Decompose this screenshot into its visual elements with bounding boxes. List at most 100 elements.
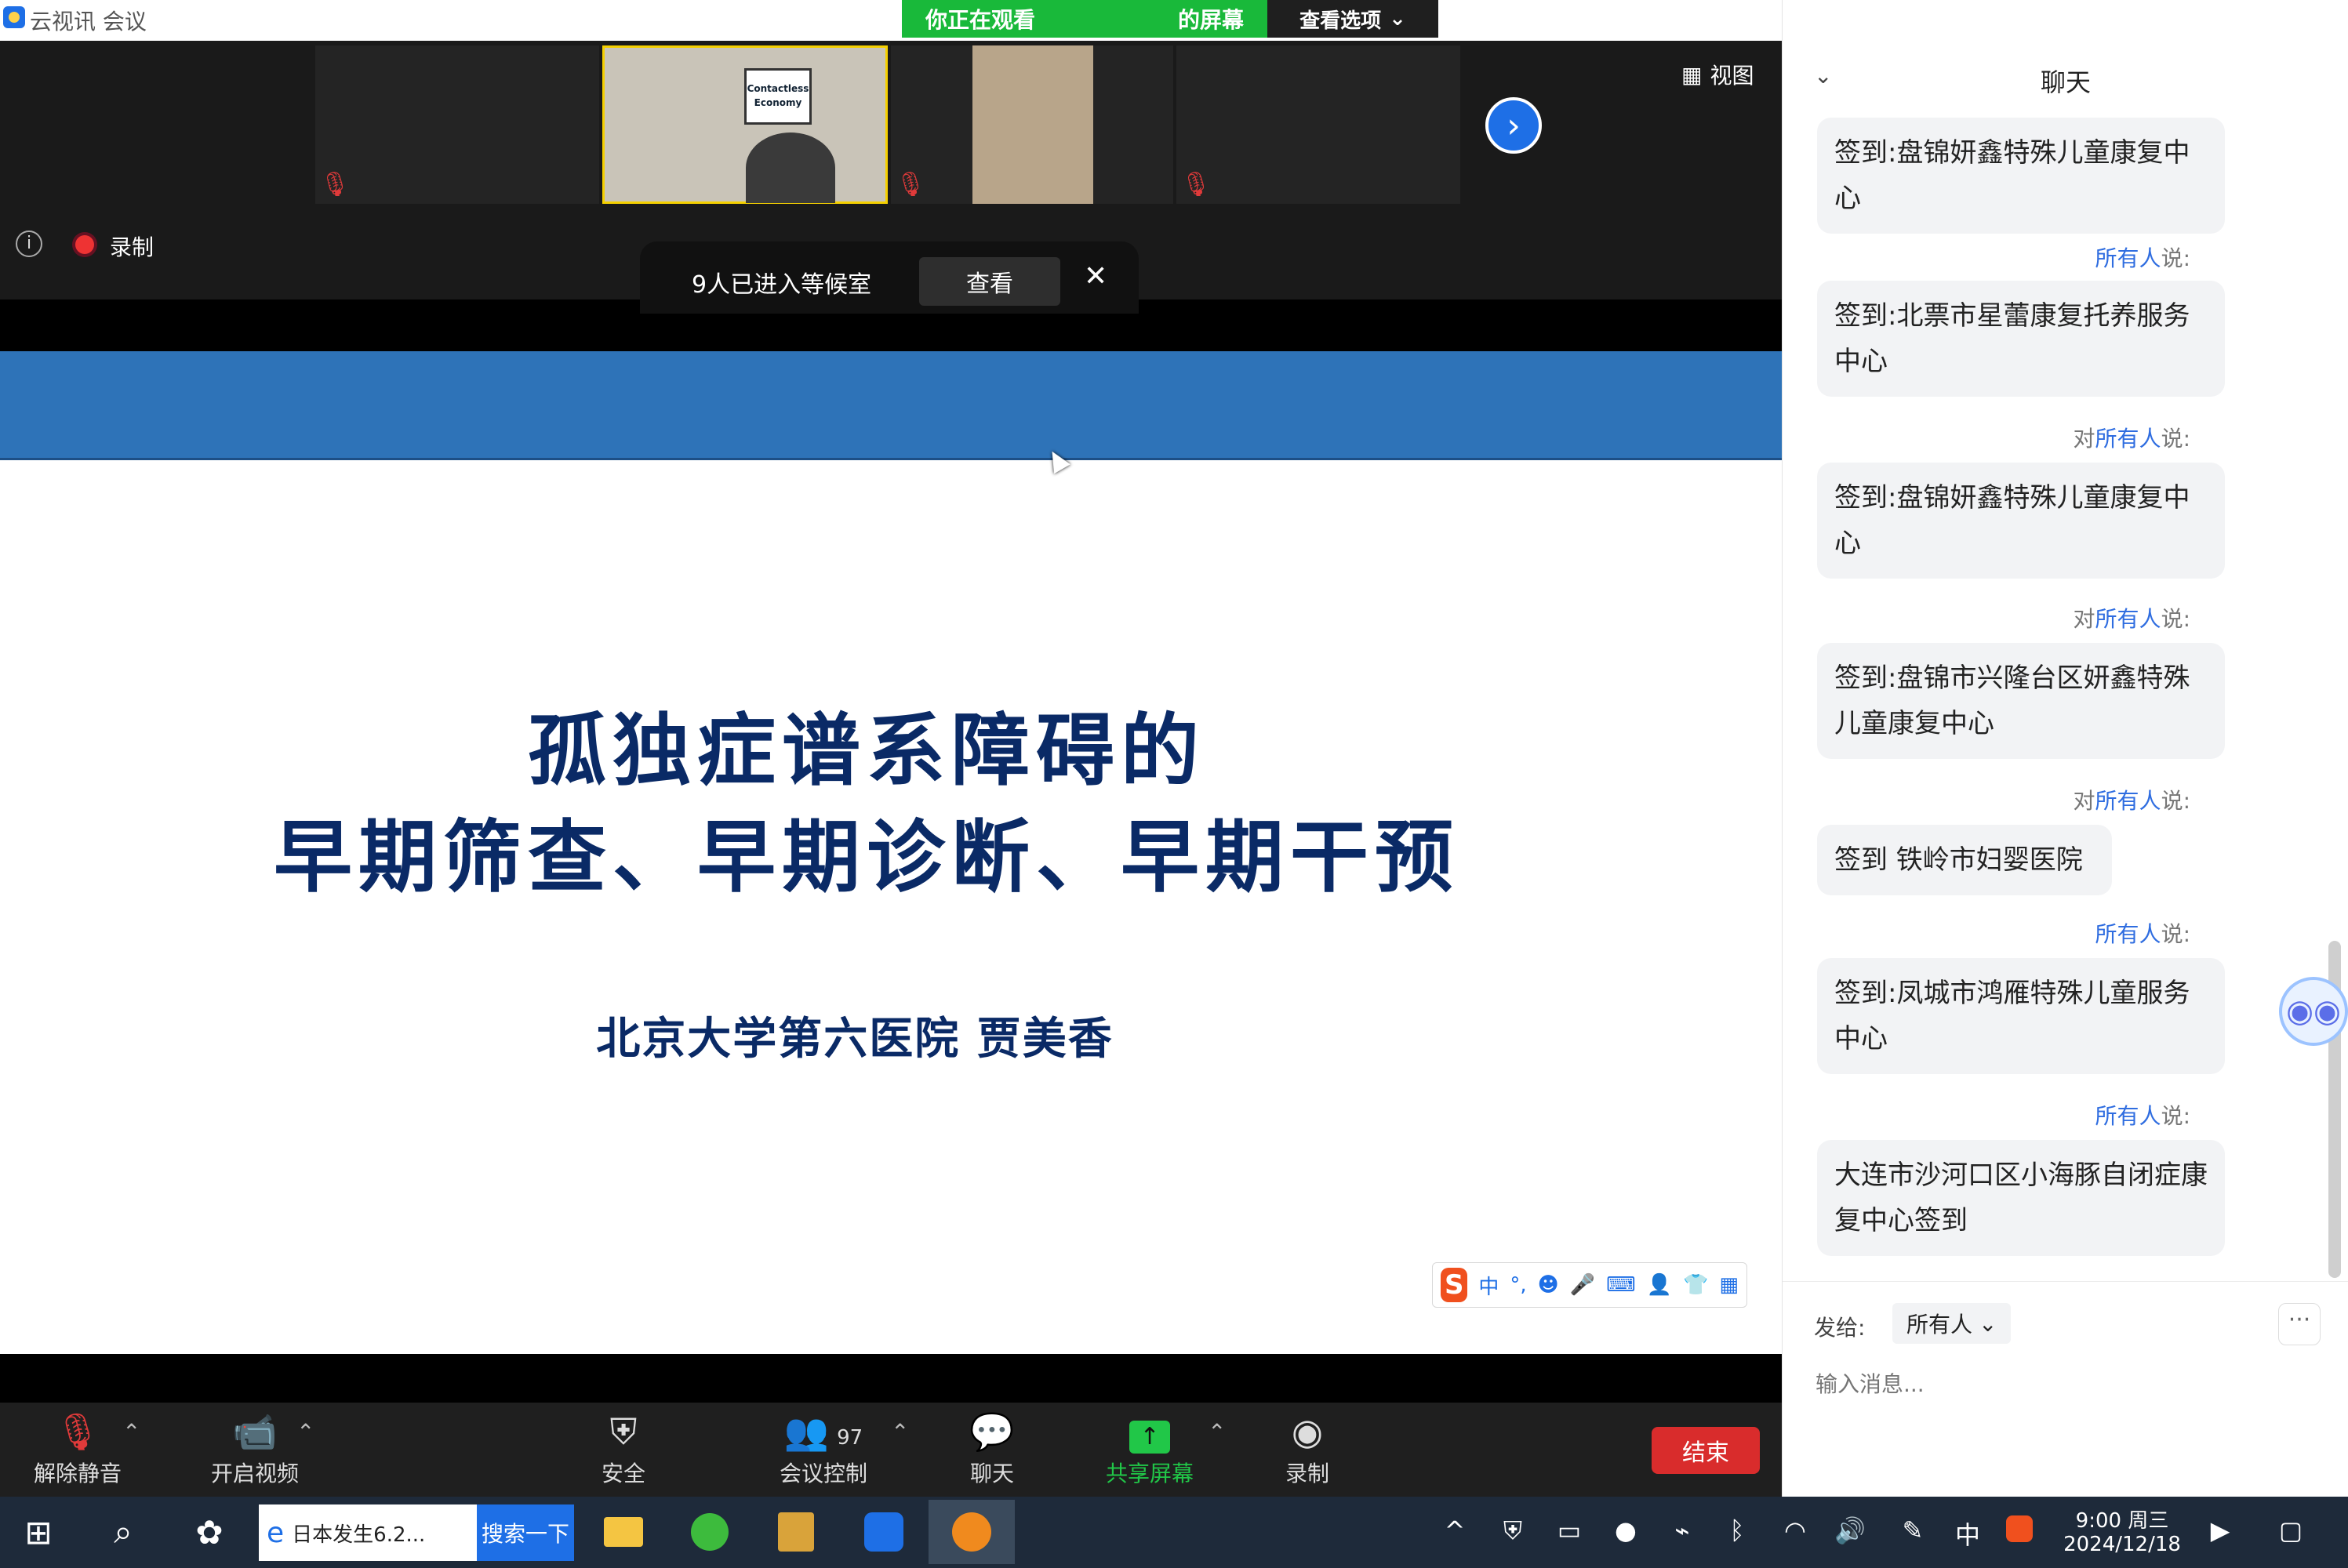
ime-indicator[interactable]: 中 <box>1948 1515 1987 1552</box>
record-button[interactable]: ◉ 录制 <box>1264 1403 1350 1497</box>
info-icon[interactable]: i <box>16 230 42 257</box>
said-suffix: 说: <box>2161 245 2190 271</box>
record-label: 录制 <box>1285 1461 1329 1486</box>
waiting-room-text: 9人已进入等候室 <box>692 271 872 299</box>
muted-mic-icon: 🎙 <box>320 171 351 198</box>
windows-start-icon[interactable]: ⊞ <box>13 1508 64 1556</box>
meeting-control-button[interactable]: 👥 97 会议控制 <box>753 1403 894 1497</box>
green-browser-icon[interactable] <box>684 1508 736 1556</box>
share-options-caret-icon[interactable]: ⌃ <box>1208 1419 1226 1445</box>
said-suffix: 说: <box>2161 788 2190 814</box>
recipient-label: 所有人 <box>2095 426 2161 452</box>
assistant-bot-icon[interactable]: ◉◉ <box>2279 977 2348 1046</box>
participant-thumbnail[interactable]: 🎙 <box>315 45 599 204</box>
end-meeting-button[interactable]: 结束 <box>1652 1427 1760 1474</box>
video-options-caret-icon[interactable]: ⌃ <box>296 1419 314 1445</box>
viewing-screen-banner: 你正在观看 的屏幕 <box>902 0 1267 38</box>
recipient-label: 所有人 <box>2095 788 2161 814</box>
chevron-down-icon: ⌄ <box>1979 1310 1997 1337</box>
security-button[interactable]: ⛨ 安全 <box>580 1403 667 1497</box>
meeting-app-icon[interactable] <box>858 1508 910 1556</box>
chat-message-input[interactable] <box>1814 1359 2319 1408</box>
taskbar-search-box[interactable]: e 日本发生6.2... <box>259 1504 477 1561</box>
recipient-label: 所有人 <box>2095 245 2161 271</box>
next-page-arrow-icon[interactable]: › <box>1485 97 1542 154</box>
clock-time[interactable]: 9:00 周三 <box>2059 1504 2185 1534</box>
emoji-icon[interactable]: ☻ <box>1538 1273 1559 1297</box>
apps-grid-icon[interactable]: ▦ <box>1719 1273 1739 1297</box>
chat-sender-line: 所有人说: <box>1783 1099 2190 1131</box>
audio-options-caret-icon[interactable]: ⌃ <box>122 1419 140 1445</box>
sogou-tray-icon[interactable] <box>2000 1515 2039 1548</box>
app-title: 云视讯 会议 <box>30 9 147 34</box>
participant-thumbnail-active[interactable]: Contactless Economy <box>602 45 888 204</box>
volume-icon[interactable]: 🔊 <box>1830 1515 1870 1545</box>
view-options-button[interactable]: 查看选项 ⌄ <box>1267 0 1438 38</box>
waiting-room-view-button[interactable]: 查看 <box>919 257 1060 306</box>
sign-line-1: Contactless <box>747 83 809 94</box>
grid-icon: ▦ <box>1681 61 1703 88</box>
chat-message: 大连市沙河口区小海豚自闭症康复中心签到 <box>1817 1140 2225 1256</box>
close-icon[interactable]: ✕ <box>1084 260 1107 292</box>
participant-thumbnail[interactable]: 🎙 <box>1176 45 1460 204</box>
usb-tray-icon[interactable]: ⌁ <box>1663 1515 1702 1545</box>
more-options-button[interactable]: ··· <box>2278 1303 2321 1345</box>
to-prefix: 对 <box>2073 426 2095 452</box>
participant-thumbnail[interactable]: 🎙 <box>891 45 1173 204</box>
recording-dot-icon <box>75 235 94 254</box>
bluetooth-icon[interactable]: ᛒ <box>1717 1515 1757 1545</box>
microphone-icon[interactable]: 🎤 <box>1570 1273 1595 1297</box>
chat-panel: ⌄ 聊天 签到:盘锦妍鑫特殊儿童康复中心 所有人说: 签到:北票市星蕾康复托养服… <box>1782 0 2348 1497</box>
chat-message: 签到:盘锦妍鑫特殊儿童康复中心 <box>1817 463 2225 579</box>
participants-options-caret-icon[interactable]: ⌃ <box>891 1419 909 1445</box>
share-screen-button[interactable]: ↑ 共享屏幕 <box>1095 1403 1205 1497</box>
punctuation-icon[interactable]: °, <box>1510 1273 1526 1297</box>
keyboard-icon[interactable]: ⌨ <box>1606 1273 1636 1297</box>
recipient-label: 所有人 <box>2095 606 2161 632</box>
chat-sender-line: 对所有人说: <box>1783 422 2190 453</box>
clock-date[interactable]: 2024/12/18 <box>2050 1533 2194 1556</box>
notifications-icon[interactable]: ▢ <box>2271 1515 2310 1545</box>
chevron-down-icon: ⌄ <box>1389 7 1406 31</box>
app-tray-icon[interactable]: ● <box>1606 1515 1645 1545</box>
start-video-button[interactable]: 📹 开启视频 <box>188 1403 322 1497</box>
security-label: 安全 <box>601 1461 645 1486</box>
chat-title: 聊天 <box>2040 67 2091 97</box>
display-tray-icon[interactable]: ▭ <box>1550 1515 1589 1545</box>
slide-author: 北京大学第六医院 贾美香 <box>596 1014 1114 1065</box>
chat-divider <box>1783 1281 2348 1282</box>
viewing-banner-prefix: 你正在观看 <box>925 7 1036 33</box>
taskbar-search-button[interactable]: 搜索一下 <box>477 1504 574 1561</box>
wifi-icon[interactable]: ◠ <box>1776 1515 1815 1545</box>
chat-sender-line: 所有人说: <box>1783 241 2190 273</box>
skin-icon[interactable]: 👕 <box>1683 1273 1708 1297</box>
archive-app-icon[interactable] <box>770 1508 822 1556</box>
video-off-icon: 📹 <box>232 1410 278 1453</box>
tray-expand-icon[interactable]: ^ <box>1435 1515 1474 1545</box>
media-tray-icon[interactable]: ▶ <box>2201 1515 2240 1545</box>
user-icon[interactable]: 👤 <box>1647 1273 1672 1297</box>
send-to-label: 发给: <box>1814 1315 1866 1341</box>
chat-bubble-icon: 💬 <box>969 1410 1015 1453</box>
chat-button[interactable]: 💬 聊天 <box>949 1403 1035 1497</box>
ime-toolbar[interactable]: S 中 °, ☻ 🎤 ⌨ 👤 👕 ▦ <box>1432 1262 1747 1308</box>
media-player-icon[interactable] <box>929 1500 1015 1564</box>
chat-sender-line: 对所有人说: <box>1783 602 2190 633</box>
participants-icon: 👥 97 <box>783 1410 863 1453</box>
sign-board: Contactless Economy <box>744 68 812 125</box>
send-to-select[interactable]: 所有人 ⌄ <box>1892 1303 2012 1344</box>
file-explorer-icon[interactable] <box>598 1508 649 1556</box>
pen-icon[interactable]: ✎ <box>1893 1515 1932 1545</box>
recipient-label: 所有人 <box>2095 921 2161 947</box>
ime-mode-indicator[interactable]: 中 <box>1478 1271 1499 1300</box>
to-prefix: 对 <box>2073 606 2095 632</box>
security-tray-icon[interactable]: ⛨ <box>1493 1515 1532 1546</box>
layout-view-button[interactable]: ▦ 视图 <box>1670 55 1765 94</box>
chat-message: 签到:北票市星蕾康复托养服务中心 <box>1817 281 2225 397</box>
app-pinwheel-icon[interactable]: ✿ <box>184 1508 235 1556</box>
unmute-button[interactable]: 🎙 解除静音 <box>19 1403 136 1497</box>
search-icon[interactable]: ⌕ <box>97 1508 149 1556</box>
meeting-control-label: 会议控制 <box>779 1461 867 1486</box>
said-suffix: 说: <box>2161 921 2190 947</box>
share-screen-label: 共享屏幕 <box>1105 1461 1194 1486</box>
